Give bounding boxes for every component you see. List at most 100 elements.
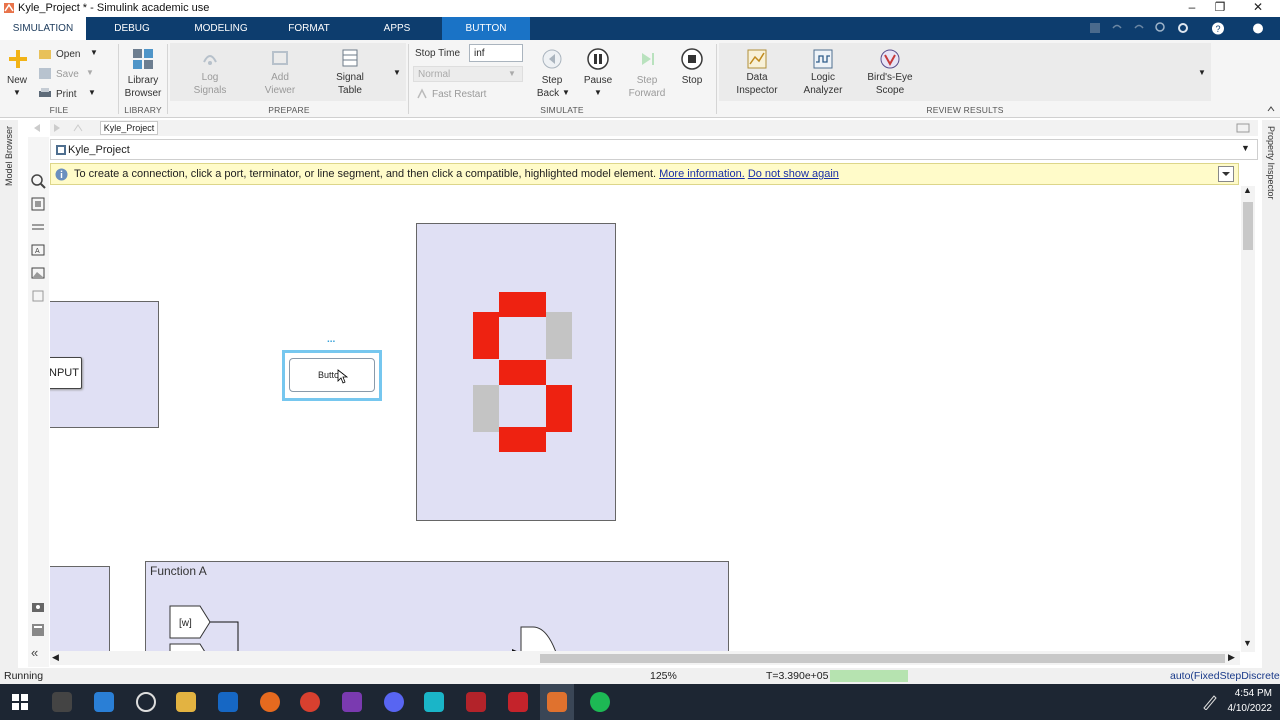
onenote-icon[interactable] xyxy=(342,692,362,712)
settings-icon[interactable] xyxy=(1176,21,1190,35)
info-dropdown-icon[interactable] xyxy=(1218,166,1234,182)
tab-button[interactable]: BUTTON xyxy=(442,17,530,40)
stop-icon xyxy=(681,48,703,70)
divider xyxy=(716,44,717,114)
horizontal-scrollbar[interactable]: ◀ ▶ xyxy=(50,651,1240,665)
file-explorer-icon[interactable] xyxy=(176,692,196,712)
tab-apps[interactable]: APPS xyxy=(358,17,436,40)
scroll-right-icon[interactable]: ▶ xyxy=(1228,652,1235,663)
svg-text:A: A xyxy=(35,248,40,255)
help-icon[interactable]: ? xyxy=(1210,21,1226,36)
button-block[interactable]: Button xyxy=(282,350,382,401)
display-subsystem[interactable] xyxy=(416,223,616,521)
tab-modeling[interactable]: MODELING xyxy=(180,17,262,40)
app-icon-2[interactable] xyxy=(94,692,114,712)
options-icon[interactable] xyxy=(1250,21,1266,36)
model-canvas[interactable]: NPUT ... Button Function A [w] xyxy=(50,186,1240,651)
app-c-icon[interactable] xyxy=(424,692,444,712)
simulation-mode-select[interactable]: Normal ▼ xyxy=(413,66,523,82)
step-back-button[interactable]: Step Back ▼ xyxy=(530,46,574,102)
area-icon[interactable] xyxy=(30,288,46,304)
stop-time-input[interactable]: inf xyxy=(469,44,523,62)
log-signals-button[interactable]: Log Signals xyxy=(182,46,238,102)
vertical-scrollbar[interactable]: ▲ ▼ xyxy=(1241,185,1255,652)
segment-d xyxy=(499,427,546,452)
logic-analyzer-button[interactable]: Logic Analyzer xyxy=(796,46,850,102)
scroll-down-icon[interactable]: ▼ xyxy=(1243,638,1252,648)
spotify-icon[interactable] xyxy=(590,692,610,712)
stop-button[interactable]: Stop xyxy=(672,46,712,102)
firefox-icon[interactable] xyxy=(260,692,280,712)
minimize-button[interactable]: – xyxy=(1178,0,1206,17)
fit-to-view-icon[interactable] xyxy=(30,196,46,212)
scroll-left-icon[interactable]: ◀ xyxy=(52,652,59,663)
chrome-icon[interactable] xyxy=(300,692,320,712)
breadcrumb: Kyle_Project ▼ xyxy=(50,139,1258,160)
open-button[interactable]: Open ▼ xyxy=(36,46,102,62)
more-information-link[interactable]: More information. xyxy=(659,168,745,180)
inport-block[interactable]: NPUT xyxy=(50,357,82,389)
add-viewer-button[interactable]: Add Viewer xyxy=(252,46,308,102)
arrow-icon[interactable] xyxy=(30,219,46,235)
breadcrumb-path[interactable]: Kyle_Project xyxy=(68,144,130,156)
gallery-expand-icon[interactable]: ▼ xyxy=(393,68,401,77)
search-icon[interactable] xyxy=(1154,21,1168,35)
lower-left-subsystem[interactable] xyxy=(50,566,110,651)
horizontal-scroll-thumb[interactable] xyxy=(540,654,1225,663)
property-inspector-tab[interactable]: Property Inspector xyxy=(1262,120,1280,670)
signal-table-button[interactable]: Signal Table xyxy=(322,46,378,102)
property-icon[interactable] xyxy=(30,622,46,638)
editor-tab-strip xyxy=(34,120,1258,136)
screenshot-icon[interactable] xyxy=(30,599,46,615)
restore-button[interactable]: ❐ xyxy=(1206,0,1234,17)
step-forward-button[interactable]: Step Forward xyxy=(622,46,672,102)
chevron-down-icon: ▼ xyxy=(90,48,98,57)
navigation-arrows-icon[interactable] xyxy=(30,122,90,134)
zoom-icon[interactable] xyxy=(30,173,46,189)
close-button[interactable]: ✕ xyxy=(1244,0,1272,17)
library-label-1: Library xyxy=(127,75,159,86)
outlook-icon[interactable] xyxy=(218,692,238,712)
do-not-show-again-link[interactable]: Do not show again xyxy=(748,168,839,180)
hide-tabs-icon[interactable] xyxy=(1236,123,1250,133)
discord-icon[interactable] xyxy=(384,692,404,712)
library-browser-button[interactable]: Library Browser xyxy=(120,46,166,102)
redo-icon[interactable] xyxy=(1132,21,1146,35)
birds-eye-scope-button[interactable]: Bird's-Eye Scope xyxy=(858,46,922,102)
scroll-up-icon[interactable]: ▲ xyxy=(1243,185,1252,195)
section-simulate: SIMULATE xyxy=(540,105,584,115)
segment-c xyxy=(546,385,572,432)
save-icon[interactable] xyxy=(1088,21,1102,35)
app-icon-1[interactable] xyxy=(52,692,72,712)
tab-format[interactable]: FORMAT xyxy=(270,17,348,40)
clock-app-icon[interactable] xyxy=(136,692,156,712)
windows-start-icon[interactable] xyxy=(12,694,28,710)
matlab-taskbar-item[interactable] xyxy=(540,684,574,720)
annotation-icon[interactable]: A xyxy=(30,242,46,258)
fast-restart-button[interactable]: Fast Restart xyxy=(414,87,514,101)
model-tab[interactable]: Kyle_Project xyxy=(100,121,158,135)
pause-button[interactable]: Pause ▼ xyxy=(576,46,620,102)
fast-restart-icon xyxy=(417,88,427,99)
function-a-subsystem[interactable]: Function A [w] xyxy=(145,561,729,651)
chevron-down-icon[interactable]: ▼ xyxy=(1241,143,1250,153)
nx-icon[interactable] xyxy=(466,692,486,712)
collapse-toolstrip-icon[interactable] xyxy=(1266,104,1276,114)
tab-simulation[interactable]: SIMULATION xyxy=(0,17,86,40)
matlab-icon xyxy=(547,692,567,712)
vertical-scroll-thumb[interactable] xyxy=(1243,202,1253,250)
tab-debug[interactable]: DEBUG xyxy=(92,17,172,40)
gallery-expand-icon[interactable]: ▼ xyxy=(1198,68,1206,77)
print-button[interactable]: Print ▼ xyxy=(36,86,102,102)
collapse-palette-icon[interactable]: « xyxy=(31,645,38,660)
model-browser-tab[interactable]: Model Browser xyxy=(0,120,18,670)
data-inspector-button[interactable]: Data Inspector xyxy=(730,46,784,102)
image-icon[interactable] xyxy=(30,265,46,281)
push-button[interactable]: Button xyxy=(289,358,375,392)
save-button[interactable]: Save ▼ xyxy=(36,66,102,82)
undo-icon[interactable] xyxy=(1110,21,1124,35)
pen-icon[interactable] xyxy=(1202,694,1218,710)
new-button[interactable]: New ▼ xyxy=(2,46,32,102)
solver-link[interactable]: auto(FixedStepDiscrete) xyxy=(1170,670,1280,682)
solidworks-icon[interactable] xyxy=(508,692,528,712)
